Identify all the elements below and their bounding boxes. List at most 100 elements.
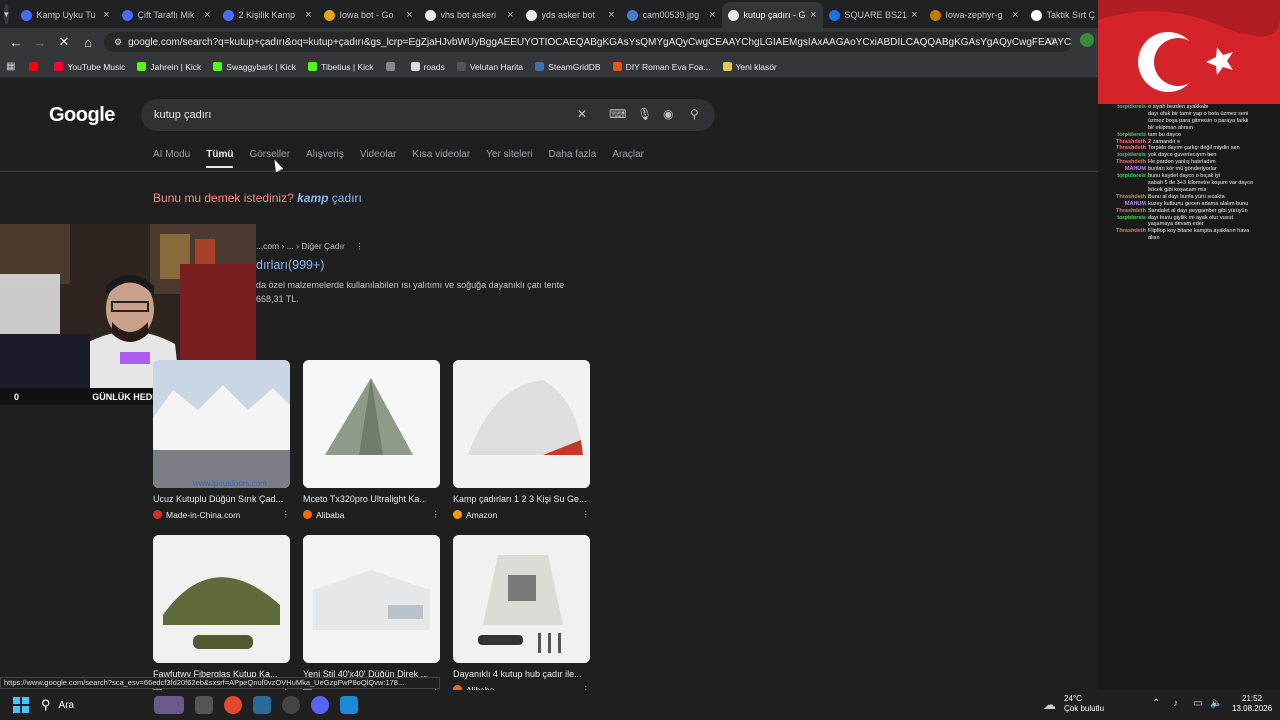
stop-loading-icon[interactable]: ✕ — [52, 34, 76, 50]
tab-search-menu[interactable]: ▾ — [4, 4, 9, 24]
start-button[interactable] — [13, 697, 29, 713]
app-icon-3[interactable] — [340, 696, 359, 714]
app-icon-1[interactable] — [253, 696, 272, 714]
bookmark-0[interactable] — [29, 62, 42, 72]
apps-grid-icon[interactable]: ▦ — [6, 61, 15, 72]
bookmark-2[interactable]: Jahrein | Kick — [137, 62, 201, 72]
bookmark-7[interactable]: Velutan Harita — [456, 61, 524, 72]
tab-close-icon[interactable]: × — [911, 9, 917, 21]
forward-icon[interactable]: → — [28, 35, 52, 50]
tab-close-icon[interactable]: × — [709, 9, 715, 21]
tab-close-icon[interactable]: × — [103, 9, 109, 21]
image-result-source: Amazon ⋮ — [453, 509, 590, 520]
bookmark-star-icon[interactable]: ☆ — [1047, 35, 1057, 48]
google-logo[interactable]: Google — [49, 104, 115, 127]
nav-tab-3[interactable]: Alışveriş — [306, 149, 344, 168]
chat-message: Thrashdeth Torpido dayım çarkçı değil miy… — [1098, 145, 1276, 152]
nav-tab-5[interactable]: Kısa videolar — [412, 149, 470, 168]
bookmark-8[interactable]: SteamGridDB — [535, 62, 601, 72]
clear-icon[interactable]: ✕ — [577, 107, 587, 121]
widgets-icon[interactable] — [154, 696, 185, 714]
image-result-thumbnail[interactable]: www.lpoutdoors.com — [153, 360, 290, 488]
back-icon[interactable]: ← — [4, 35, 28, 50]
image-result-card[interactable]: Dayanıklı 4 kutup hub çadır ile... Aliba… — [453, 535, 590, 695]
app-icon-2[interactable] — [282, 696, 301, 714]
bookmark-label: Velutan Harita — [469, 61, 524, 72]
bookmark-4[interactable]: Tibetius | Kick — [308, 62, 374, 72]
image-result-card[interactable]: Yeni Stil 40'x40' Düğün Direk ... ⋮ — [303, 535, 440, 695]
tab-4[interactable]: vhs bot askeri × — [419, 2, 520, 28]
discord-icon[interactable] — [311, 696, 330, 714]
tab-6[interactable]: cam00539.jpg × — [621, 2, 722, 28]
tab-close-icon[interactable]: × — [406, 9, 412, 21]
nav-tab-1[interactable]: Tümü — [206, 149, 234, 168]
more-options-icon[interactable]: ⋮ — [282, 509, 291, 520]
site-info-icon[interactable]: ⚙ — [114, 37, 122, 48]
bookmark-1[interactable]: YouTube Music — [54, 62, 125, 72]
nav-tab-6[interactable]: Yer siteleri — [486, 149, 532, 168]
image-result-card[interactable]: Mceto Tx320pro Ultralight Ka... Alibaba ⋮ — [303, 360, 440, 520]
image-result-caption[interactable]: Kamp çadırları 1 2 3 Kişi Su Ge... — [453, 494, 590, 504]
image-result-caption[interactable]: Ucuz Kutuplu Düğün Sırık Çad... — [153, 494, 290, 504]
network-icon[interactable]: ▭ — [1193, 698, 1202, 709]
keyboard-icon[interactable]: ⌨ — [609, 107, 626, 121]
taskbar-search[interactable]: ⚲ Ara — [41, 697, 74, 713]
volume-icon[interactable]: 🔈 — [1210, 698, 1222, 709]
tab-close-icon[interactable]: × — [608, 9, 614, 21]
tab-7[interactable]: kutup çadırı - G × — [721, 2, 823, 28]
nav-tab-8[interactable]: Araçlar — [612, 149, 644, 168]
bookmark-10[interactable]: Yeni klasör — [722, 62, 777, 72]
tab-0[interactable]: Kamp Uyku Tu × — [15, 2, 116, 28]
nav-tab-2[interactable]: Görseller — [249, 149, 290, 168]
chat-text: sabah 5 de 3+3 kilometre koşum var dayco — [1148, 179, 1254, 186]
image-result-thumbnail[interactable] — [453, 360, 590, 488]
result-title[interactable]: dırları(999+) — [256, 258, 324, 272]
more-options-icon[interactable]: ⋮ — [582, 509, 591, 520]
microphone-tray-icon[interactable]: ♪ — [1173, 698, 1178, 709]
did-you-mean-link[interactable]: kamp çadırı — [297, 191, 362, 205]
tab-3[interactable]: Iowa bot - Go × — [318, 2, 419, 28]
image-result-caption[interactable]: Dayanıklı 4 kutup hub çadır ile... — [453, 669, 590, 679]
image-result-thumbnail[interactable] — [303, 360, 440, 488]
tab-close-icon[interactable]: × — [204, 9, 210, 21]
tab-1[interactable]: Çift Taraflı Mik × — [116, 2, 217, 28]
bookmark-9[interactable]: DIY Roman Eva Foa... — [612, 62, 711, 72]
image-result-card[interactable]: Kamp çadırları 1 2 3 Kişi Su Ge... Amazo… — [453, 360, 590, 520]
tray-chevron-icon[interactable]: ⌃ — [1152, 698, 1160, 709]
chrome-icon[interactable] — [224, 696, 243, 714]
address-bar[interactable]: ⚙ google.com/search?q=kutup+çadırı&oq=ku… — [104, 32, 1072, 52]
tab-8[interactable]: SQUARE BS21 × — [823, 2, 924, 28]
microphone-icon[interactable]: 🎙 — [637, 107, 652, 121]
bookmark-3[interactable]: Swaggybark | Kick — [213, 62, 296, 72]
did-you-mean-corrected: kamp — [297, 191, 329, 205]
tab-close-icon[interactable]: × — [305, 9, 311, 21]
nav-tab-4[interactable]: Videolar — [360, 149, 397, 168]
tab-close-icon[interactable]: × — [507, 9, 513, 21]
tab-close-icon[interactable]: × — [810, 9, 816, 21]
nav-tab-0[interactable]: AI Modu — [153, 149, 190, 168]
image-result-thumbnail[interactable] — [453, 535, 590, 663]
task-view-icon[interactable] — [195, 696, 214, 714]
tab-close-icon[interactable]: × — [1012, 9, 1018, 21]
clock[interactable]: 21:52 13.08.2026 — [1232, 694, 1272, 714]
weather-widget[interactable]: 24°C Çok bulutlu — [1064, 694, 1104, 714]
profile-avatar[interactable] — [1080, 33, 1094, 47]
bookmark-6[interactable]: roads — [410, 62, 445, 72]
image-result-thumbnail[interactable] — [153, 535, 290, 663]
lens-icon[interactable]: ◉ — [663, 107, 673, 121]
more-options-icon[interactable]: ⋮ — [432, 509, 441, 520]
search-icon[interactable]: ⚲ — [690, 107, 699, 121]
nav-tab-7[interactable]: Daha fazla — [549, 149, 597, 168]
tab-2[interactable]: 2 Kişilik Kamp × — [217, 2, 318, 28]
search-box[interactable]: kutup çadırı — [141, 99, 715, 131]
bookmark-5[interactable] — [385, 62, 399, 72]
home-icon[interactable]: ⌂ — [76, 35, 100, 50]
chat-username — [1098, 180, 1148, 187]
image-result-caption[interactable]: Mceto Tx320pro Ultralight Ka... — [303, 494, 440, 504]
tab-9[interactable]: Iowa-zephyr-g × — [924, 2, 1025, 28]
image-result-card[interactable]: www.lpoutdoors.com Ucuz Kutuplu Düğün Sı… — [153, 360, 290, 520]
tab-5[interactable]: yds asker bot × — [520, 2, 621, 28]
image-result-card[interactable]: Fawfutwy Fiberglas Kutup Ka... ⋮ — [153, 535, 290, 695]
image-result-thumbnail[interactable] — [303, 535, 440, 663]
result-menu-icon[interactable]: ⋮ — [355, 241, 364, 251]
